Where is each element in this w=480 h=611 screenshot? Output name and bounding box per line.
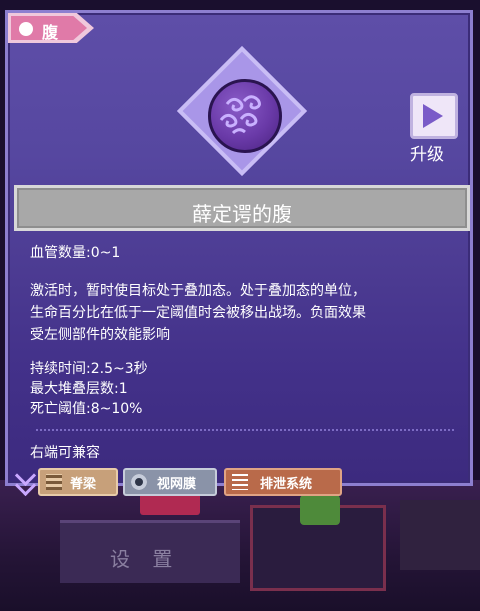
compat-label: 右端可兼容 xyxy=(30,445,100,461)
duration-stat: 持续时间:2.5~3秒 xyxy=(30,361,148,377)
excretion-icon xyxy=(232,474,248,490)
panel-title: 腹 xyxy=(42,23,59,42)
death-threshold-stat: 死亡阈值:8~10% xyxy=(30,401,143,417)
item-detail-panel: 腹 升级 薛定谔的腹 血管数量:0~1 激活时，暂时使目标处于叠加态。处于叠加态… xyxy=(5,10,473,497)
organ-icon xyxy=(19,22,33,36)
title-tag: 腹 xyxy=(8,13,94,43)
description-line: 受左侧部件的效能影响 xyxy=(30,327,170,343)
background-deco xyxy=(400,500,480,570)
max-stacks-stat: 最大堆叠层数:1 xyxy=(30,381,128,397)
spine-icon xyxy=(46,474,62,490)
item-name-bar: 薛定谔的腹 xyxy=(14,185,470,231)
upgrade-label[interactable]: 升级 xyxy=(410,140,444,165)
description-line: 生命百分比在低于一定阈值时会被移出战场。负面效果 xyxy=(30,305,366,321)
swirl-orb-icon xyxy=(208,79,282,153)
item-portrait xyxy=(176,45,308,177)
description-line: 激活时，暂时使目标处于叠加态。处于叠加态的单位， xyxy=(30,283,366,299)
expand-chevron-icon[interactable] xyxy=(14,464,37,498)
settings-button[interactable]: 设 置 xyxy=(110,543,180,572)
item-name: 薛定谔的腹 xyxy=(192,202,292,226)
arrow-right-icon xyxy=(423,104,443,128)
divider xyxy=(36,429,454,431)
compat-tag[interactable]: 视网膜 xyxy=(123,468,217,496)
eye-icon xyxy=(131,474,147,490)
background-deco xyxy=(300,495,340,525)
vessel-count: 血管数量:0~1 xyxy=(30,245,121,261)
compat-tag[interactable]: 排泄系统 xyxy=(224,468,342,496)
upgrade-button[interactable] xyxy=(410,93,458,139)
compat-tag[interactable]: 脊梁 xyxy=(38,468,118,496)
